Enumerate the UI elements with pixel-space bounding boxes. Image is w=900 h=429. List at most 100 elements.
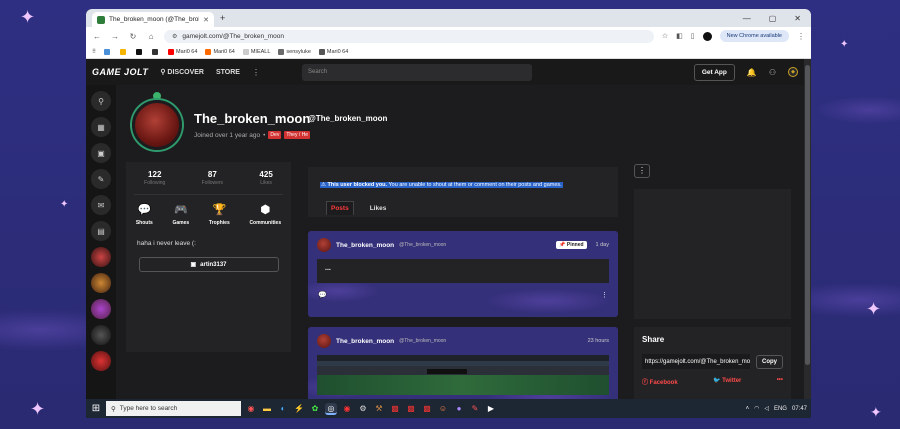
new-tab-button[interactable]: +: [220, 13, 225, 23]
volume-icon[interactable]: ◁: [764, 405, 769, 412]
new-chrome-button[interactable]: New Chrome available: [719, 30, 789, 42]
url-field[interactable]: ⚙ gamejolt.com/@The_broken_moon: [164, 29, 654, 43]
page-scrollbar[interactable]: [804, 59, 811, 399]
store-link[interactable]: STORE: [216, 69, 240, 76]
post-author[interactable]: The_broken_moon: [336, 338, 394, 345]
rail-community-avatar[interactable]: [91, 351, 111, 371]
profile-avatar[interactable]: [702, 31, 712, 41]
close-tab-icon[interactable]: ✕: [203, 16, 209, 24]
rail-quests-icon[interactable]: ✎: [91, 169, 111, 189]
post-image[interactable]: [317, 355, 609, 395]
bookmark-item[interactable]: [120, 48, 128, 55]
trophies-button[interactable]: 🏆 Trophies: [209, 203, 230, 226]
bookmark-item[interactable]: sensyluke: [278, 48, 311, 55]
taskbar-app-icon[interactable]: ⚙: [357, 403, 369, 415]
twitch-link-button[interactable]: ▣ artin3137: [138, 257, 279, 272]
tray-chevron-icon[interactable]: ˄: [746, 406, 750, 412]
taskbar-app-icon[interactable]: ▩: [405, 403, 417, 415]
rail-community-avatar[interactable]: [91, 325, 111, 345]
facebook-share-button[interactable]: ⓕ Facebook: [642, 377, 678, 386]
bookmark-item[interactable]: Mari0 64: [318, 48, 348, 55]
taskbar-app-icon[interactable]: ●: [453, 403, 465, 415]
taskbar-app-icon[interactable]: ⚒: [373, 403, 385, 415]
reload-icon[interactable]: ↻: [128, 32, 138, 41]
taskbar-search[interactable]: ⚲ Type here to search: [106, 401, 241, 416]
taskbar-app-icon[interactable]: ◉: [341, 403, 353, 415]
get-app-button[interactable]: Get App: [693, 63, 735, 81]
stat-following[interactable]: 122 Following: [144, 170, 165, 186]
discover-link[interactable]: ⚲ DISCOVER: [160, 68, 204, 76]
browser-window: The_broken_moon (@The_broken_moon) ✕ + —…: [86, 9, 811, 399]
copy-button[interactable]: Copy: [756, 354, 783, 369]
file-explorer-icon[interactable]: ▬: [261, 403, 273, 415]
tab-likes[interactable]: Likes: [366, 202, 391, 215]
rail-backpack-icon[interactable]: ▣: [91, 143, 111, 163]
post-menu-icon[interactable]: ⋮: [601, 291, 608, 299]
forward-icon[interactable]: →: [110, 32, 120, 41]
profile-avatar-large[interactable]: [132, 100, 182, 150]
back-icon[interactable]: ←: [92, 32, 102, 41]
chrome-taskbar-icon[interactable]: ◎: [325, 402, 337, 415]
post-author[interactable]: The_broken_moon: [336, 242, 394, 249]
post-card[interactable]: The_broken_moon @The_broken_moon 23 hour…: [308, 327, 618, 399]
media-player-icon[interactable]: ▶: [485, 403, 497, 415]
taskbar-app-icon[interactable]: ▩: [389, 403, 401, 415]
rail-community-avatar[interactable]: [91, 247, 111, 267]
bookmark-item[interactable]: MIEALL: [242, 48, 270, 55]
gamejolt-logo[interactable]: GAME JOLT: [92, 67, 148, 77]
bookmark-item[interactable]: Mari0 64: [205, 48, 235, 55]
edge-icon[interactable]: ◐: [277, 403, 289, 415]
bookmark-item[interactable]: [136, 48, 144, 55]
tab-posts[interactable]: Posts: [326, 201, 354, 215]
taskbar-app-icon[interactable]: ▩: [421, 403, 433, 415]
sidepanel-icon[interactable]: ▯: [691, 32, 695, 40]
bookmark-star-icon[interactable]: ☆: [662, 32, 668, 40]
more-menu-icon[interactable]: ⋮: [252, 68, 260, 77]
rail-community-avatar[interactable]: [91, 273, 111, 293]
close-window-button[interactable]: ✕: [794, 14, 801, 23]
communities-button[interactable]: ⬢ Communities: [249, 203, 281, 226]
shouts-button[interactable]: 💬 Shouts: [136, 203, 153, 226]
bookmark-item[interactable]: [152, 48, 160, 55]
browser-tab[interactable]: The_broken_moon (@The_broken_moon) ✕: [92, 12, 214, 27]
bookmark-item[interactable]: Mari0 64: [168, 48, 197, 55]
games-button[interactable]: 🎮 Games: [173, 203, 190, 226]
site-info-icon[interactable]: ⚙: [172, 33, 177, 40]
rail-store-icon[interactable]: ▦: [91, 117, 111, 137]
post-avatar[interactable]: [317, 238, 331, 252]
share-link-field[interactable]: https://gamejolt.com/@The_broken_moon: [642, 354, 750, 369]
stat-followers[interactable]: 87 Followers: [202, 170, 223, 186]
wifi-icon[interactable]: ◠: [754, 405, 759, 412]
post-card[interactable]: The_broken_moon @The_broken_moon 📌 Pinne…: [308, 231, 618, 317]
twitter-share-button[interactable]: 🐦 Twitter: [713, 377, 741, 386]
scrollbar-thumb[interactable]: [805, 65, 810, 365]
minimize-button[interactable]: —: [743, 14, 751, 23]
maximize-button[interactable]: ▢: [769, 14, 777, 23]
profile-menu-button[interactable]: ⋮: [634, 164, 650, 178]
more-share-button[interactable]: •••: [777, 377, 783, 386]
extensions-icon[interactable]: ◧: [676, 32, 683, 40]
taskbar-app-icon[interactable]: ⚡: [293, 403, 305, 415]
language-indicator[interactable]: ENG: [774, 406, 787, 412]
taskbar-app-icon[interactable]: ✿: [309, 403, 321, 415]
coins-icon[interactable]: ◆: [788, 67, 798, 77]
clock[interactable]: 07:47: [792, 406, 807, 412]
taskbar-app-icon[interactable]: ☺: [437, 403, 449, 415]
home-icon[interactable]: ⌂: [146, 32, 156, 41]
notifications-bell-icon[interactable]: 🔔: [747, 68, 757, 77]
friends-icon[interactable]: ⚇: [769, 68, 776, 77]
bookmark-item[interactable]: [104, 48, 112, 55]
rail-library-icon[interactable]: ▤: [91, 221, 111, 241]
apps-grid-icon[interactable]: ⠿: [92, 49, 96, 55]
stat-likes[interactable]: 425 Likes: [259, 170, 272, 186]
chrome-menu-icon[interactable]: ⋮: [797, 32, 805, 41]
search-input[interactable]: Search: [301, 63, 532, 81]
taskbar-app-icon[interactable]: ✎: [469, 403, 481, 415]
rail-chat-icon[interactable]: ✉: [91, 195, 111, 215]
rail-community-avatar[interactable]: [91, 299, 111, 319]
windows-start-icon[interactable]: ⊞: [90, 403, 102, 415]
post-avatar[interactable]: [317, 334, 331, 348]
taskbar-app-icon[interactable]: ◉: [245, 403, 257, 415]
rail-discover-icon[interactable]: ⚲: [91, 91, 111, 111]
comment-icon[interactable]: 💬: [318, 291, 327, 299]
